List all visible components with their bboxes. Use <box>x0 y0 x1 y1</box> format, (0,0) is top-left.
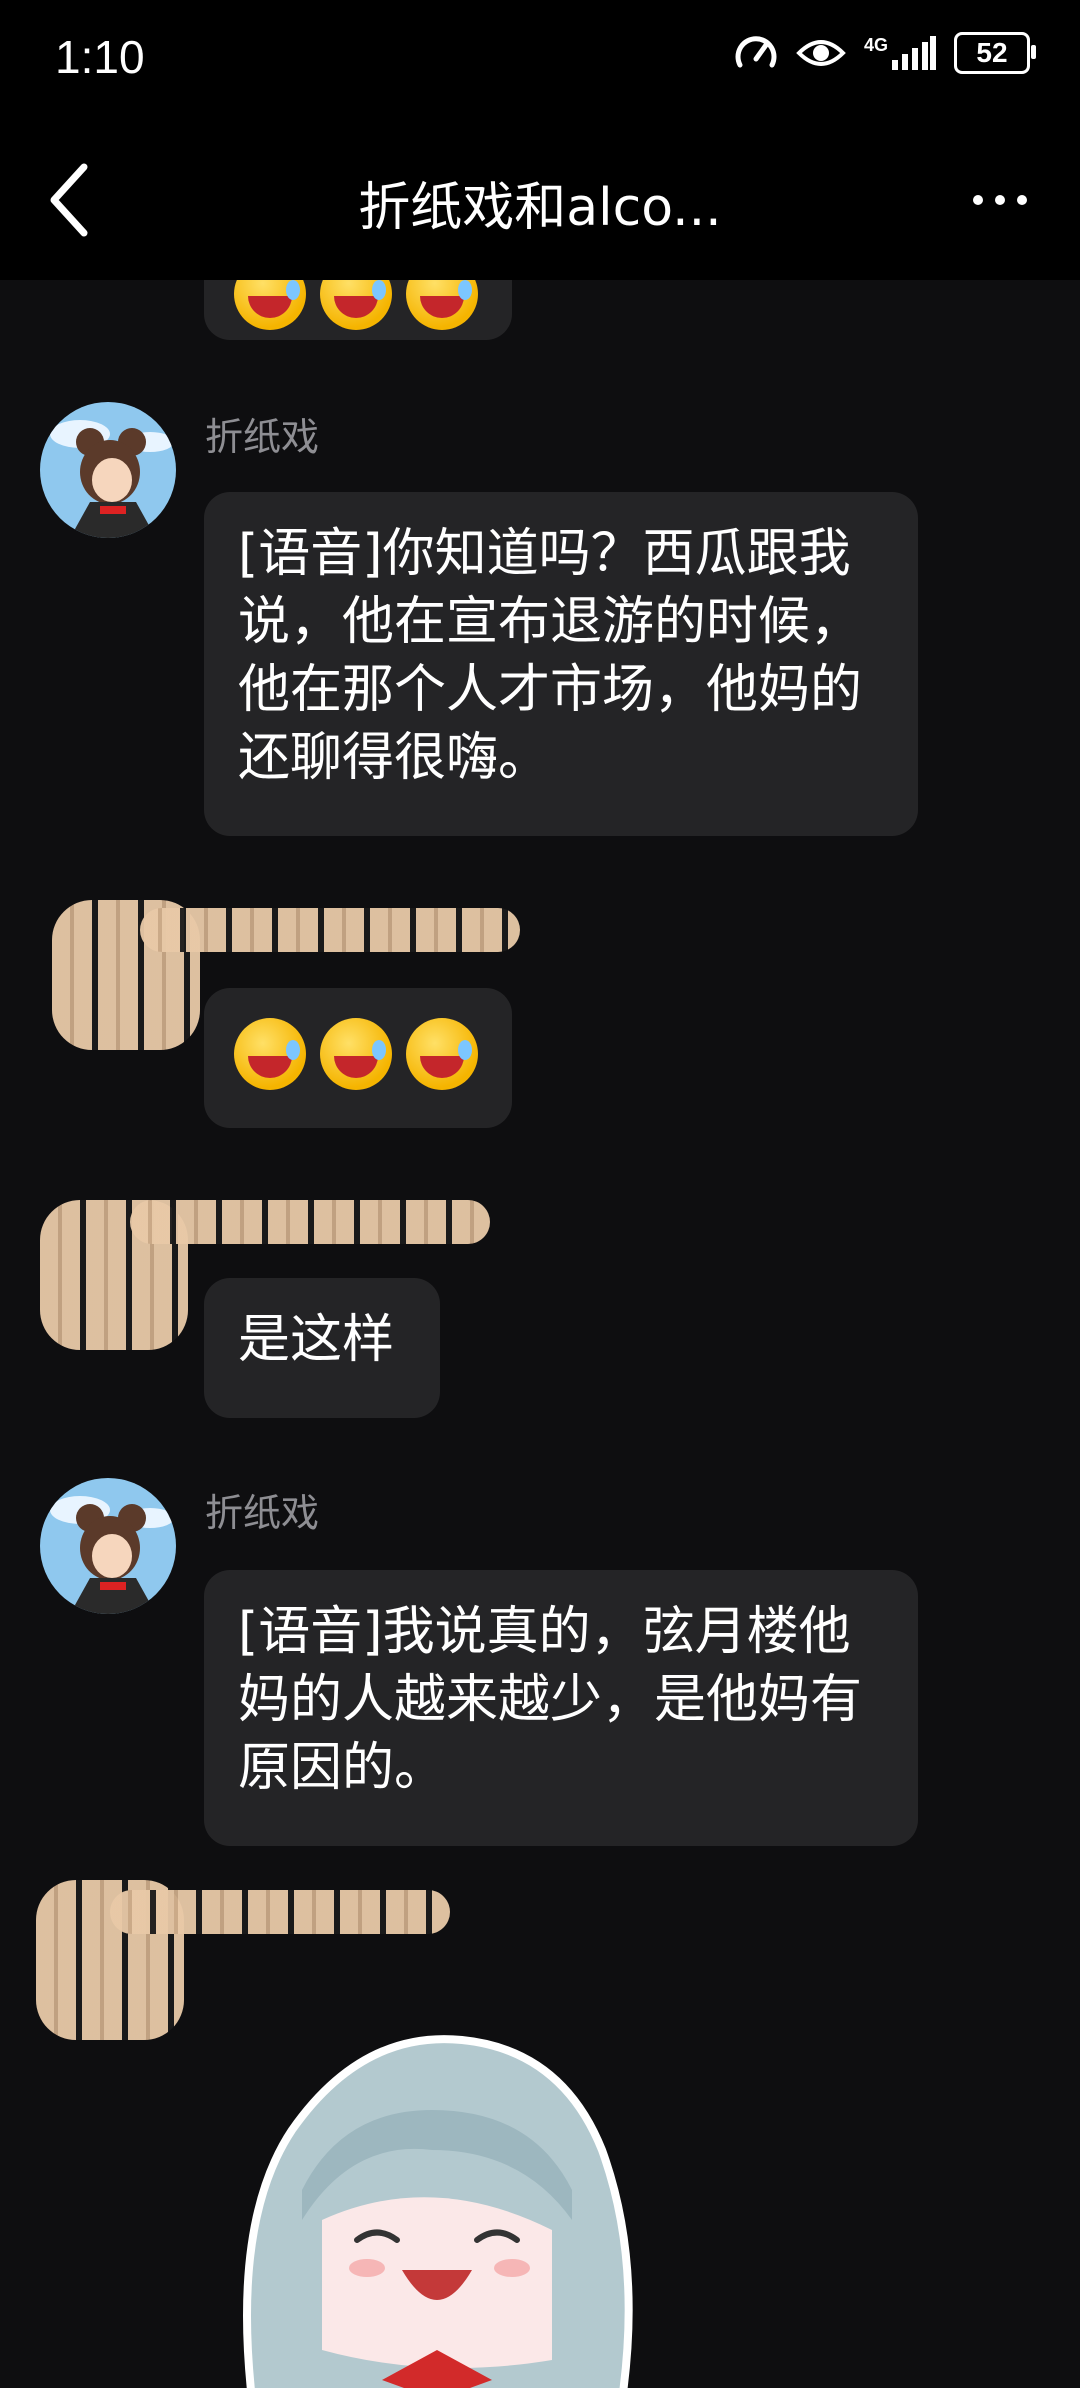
laughing-tears-emoji <box>406 1018 478 1090</box>
emoji-row <box>234 1018 482 1090</box>
message-text: [语音]我说真的，弦月楼他妈的人越来越少，是他妈有原因的。 <box>238 1602 863 1798</box>
avatar[interactable] <box>40 402 176 538</box>
laughing-tears-emoji <box>406 280 478 330</box>
message-bubble-text[interactable]: [语音]我说真的，弦月楼他妈的人越来越少，是他妈有原因的。 <box>204 1570 918 1846</box>
laughing-tears-emoji <box>234 280 306 330</box>
network-indicator: 4G <box>864 36 936 70</box>
message-bubble-text[interactable]: 是这样 <box>204 1278 440 1418</box>
message-list[interactable]: 折纸戏 [语音]你知道吗？西瓜跟我说，他在宣布退游的时候，他在那个人才市场，他妈… <box>0 280 1080 2388</box>
battery-indicator: 52 <box>954 32 1036 74</box>
laughing-tears-emoji <box>234 1018 306 1090</box>
redacted-sender-name <box>130 1200 490 1244</box>
message-text: [语音]你知道吗？西瓜跟我说，他在宣布退游的时候，他在那个人才市场，他妈的还聊得… <box>238 524 863 788</box>
emoji-row <box>234 280 482 330</box>
laughing-tears-emoji <box>320 1018 392 1090</box>
status-time: 1:10 <box>55 31 145 83</box>
more-horizontal-icon <box>973 195 983 205</box>
anime-girl-laughing-sticker <box>243 2035 633 2388</box>
redacted-sender-name <box>140 908 520 952</box>
message-sticker[interactable] <box>232 2020 642 2388</box>
message-bubble-emoji[interactable] <box>204 988 512 1128</box>
laughing-tears-emoji <box>320 280 392 330</box>
more-options-button[interactable] <box>960 170 1040 230</box>
more-dot <box>1017 195 1027 205</box>
message-bubble-emoji-top[interactable] <box>204 280 512 340</box>
sender-name: 折纸戏 <box>205 1491 320 1535</box>
signal-icon <box>892 36 936 70</box>
more-dot <box>995 195 1005 205</box>
avatar-image <box>40 1478 176 1614</box>
network-type: 4G <box>863 35 888 55</box>
avatar[interactable] <box>40 1478 176 1614</box>
message-bubble-text[interactable]: [语音]你知道吗？西瓜跟我说，他在宣布退游的时候，他在那个人才市场，他妈的还聊得… <box>204 492 918 836</box>
avatar-image <box>40 402 176 538</box>
eye-icon <box>796 40 846 66</box>
status-icons: 4G 52 <box>734 32 1036 74</box>
redacted-sender-name <box>110 1890 450 1934</box>
sender-name: 折纸戏 <box>205 415 320 459</box>
status-bar: 1:10 4G 52 <box>0 0 1080 120</box>
message-text: 是这样 <box>238 1310 395 1370</box>
chat-title: 折纸戏和alco... <box>358 178 722 238</box>
speed-gauge-icon <box>735 36 777 68</box>
chat-header: 折纸戏和alco... <box>0 120 1080 280</box>
